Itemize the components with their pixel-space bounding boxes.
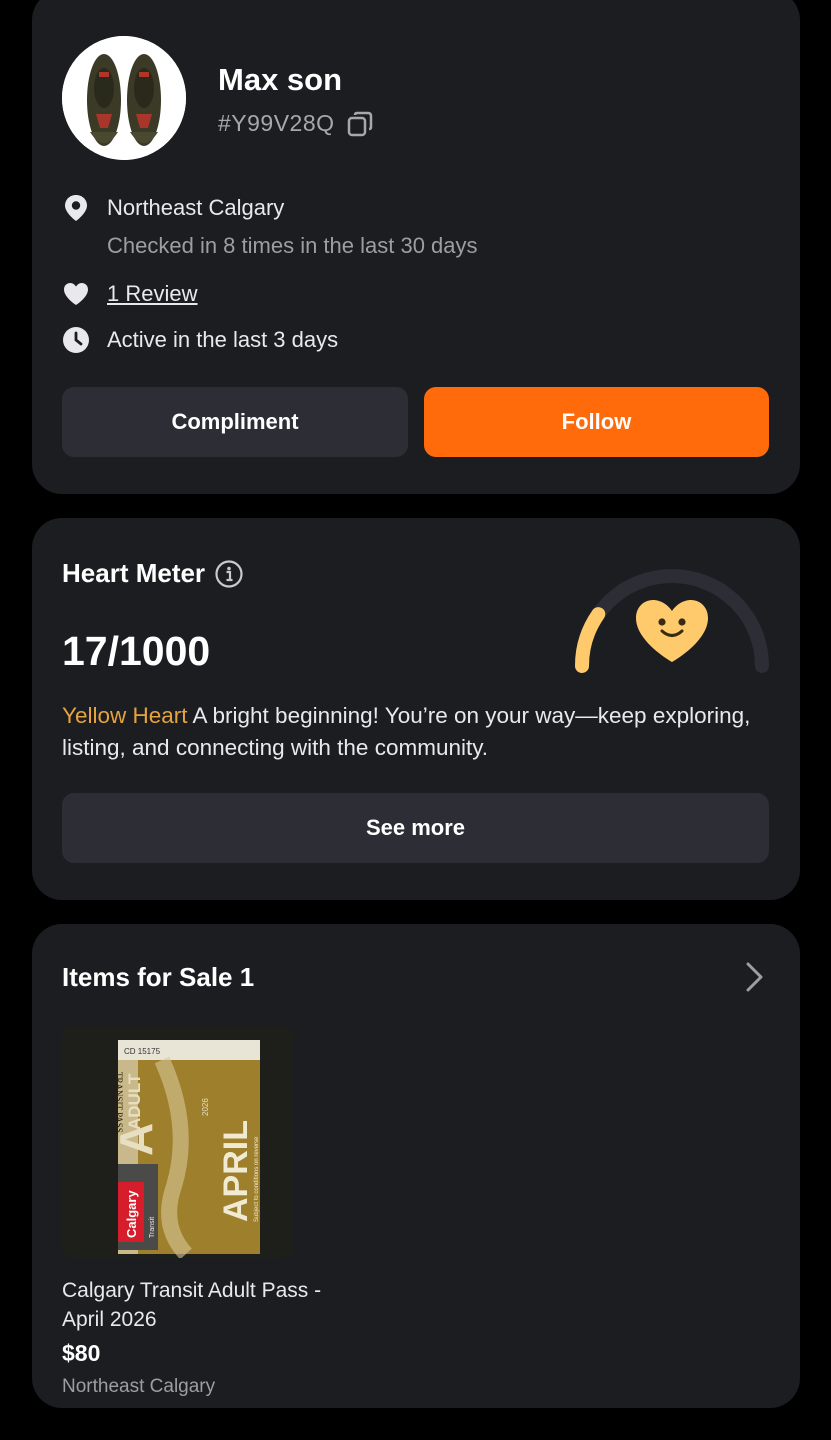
items-for-sale-title: Items for Sale 1 xyxy=(62,962,255,992)
follow-button[interactable]: Follow xyxy=(424,387,769,457)
profile-name: Max son xyxy=(218,62,343,97)
heart-meter-title: Heart Meter xyxy=(62,558,206,588)
user-id: #Y99V28Q xyxy=(218,110,335,136)
location-text: Northeast Calgary xyxy=(107,195,285,220)
chevron-right-icon[interactable] xyxy=(740,960,768,994)
pass-month: APRIL xyxy=(217,1120,255,1222)
heart-gauge xyxy=(574,569,769,673)
heart-meter-header: Heart Meter xyxy=(62,558,243,589)
item-location: Northeast Calgary xyxy=(62,1376,216,1397)
transit-pass-photo: CD 15175 A ADULT TRANSIT PASS APRIL Subj… xyxy=(62,1026,294,1258)
location-pin-icon xyxy=(62,194,90,222)
item-price: $80 xyxy=(62,1340,101,1366)
location-row: Northeast Calgary xyxy=(62,194,284,222)
heart-icon xyxy=(62,280,90,308)
checkins-text: Checked in 8 times in the last 30 days xyxy=(107,233,478,258)
pass-subtitle: Transit xyxy=(149,1217,156,1238)
reviews-link[interactable]: 1 Review xyxy=(107,281,197,307)
smiling-heart-icon xyxy=(636,600,708,662)
pass-transit-label: TRANSIT PASS xyxy=(114,1072,124,1133)
clock-icon xyxy=(62,326,90,354)
item-title[interactable]: Calgary Transit Adult Pass - April 2026 xyxy=(62,1276,322,1334)
activity-text: Active in the last 3 days xyxy=(107,327,339,352)
compliment-button[interactable]: Compliment xyxy=(62,387,408,457)
heart-meter-description: Yellow Heart A bright beginning! You’re … xyxy=(62,700,762,764)
heart-meter-card: Heart Meter 17/1000 Yellow Heart A brigh… xyxy=(32,518,800,900)
user-id-row: #Y99V28Q xyxy=(218,110,373,137)
avatar[interactable] xyxy=(62,36,186,160)
pass-conditions: Subject to conditions on reverse xyxy=(254,1136,260,1222)
heart-meter-score: 17/1000 xyxy=(62,628,211,674)
sneakers-photo xyxy=(62,36,186,160)
item-thumbnail[interactable]: CD 15175 A ADULT TRANSIT PASS APRIL Subj… xyxy=(62,1026,294,1258)
pass-year: 2026 xyxy=(201,1098,210,1116)
copy-icon[interactable] xyxy=(347,111,373,137)
items-for-sale-card: Items for Sale 1 CD 15175 A ADULT TRANSI… xyxy=(32,924,800,1408)
reviews-row[interactable]: 1 Review xyxy=(62,280,197,308)
activity-row: Active in the last 3 days xyxy=(62,326,338,354)
profile-card: Max son #Y99V28Q Northeast Calgary Check… xyxy=(32,0,800,494)
pass-brand: Calgary xyxy=(124,1190,139,1238)
gauge-fill xyxy=(574,607,606,673)
see-more-button[interactable]: See more xyxy=(62,793,769,863)
pass-adult-label: ADULT xyxy=(125,1073,144,1130)
pass-serial: CD 15175 xyxy=(124,1047,161,1056)
heart-level-label: Yellow Heart xyxy=(62,703,188,728)
info-icon[interactable] xyxy=(215,559,243,588)
